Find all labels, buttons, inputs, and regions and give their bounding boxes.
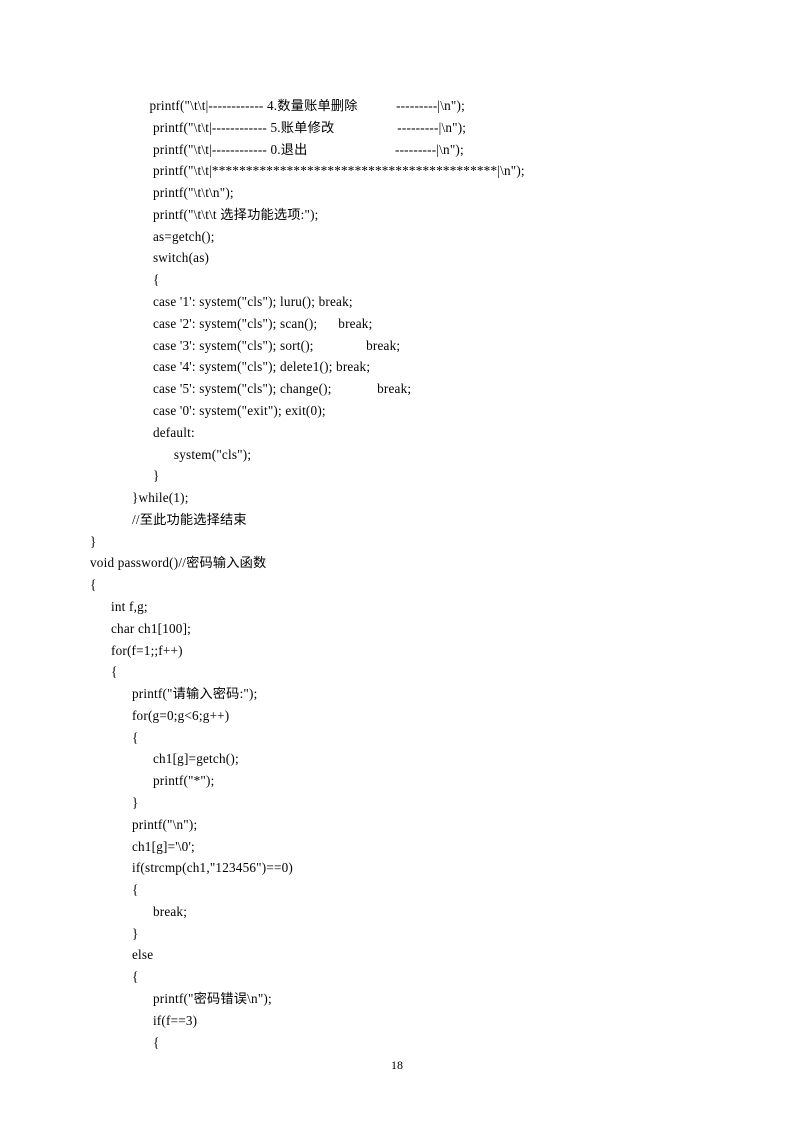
code-block: printf("\t\t|------------ 4.数量账单删除 -----… (90, 95, 704, 1053)
document-page: printf("\t\t|------------ 4.数量账单删除 -----… (0, 0, 794, 1123)
page-number: 18 (0, 1058, 794, 1073)
